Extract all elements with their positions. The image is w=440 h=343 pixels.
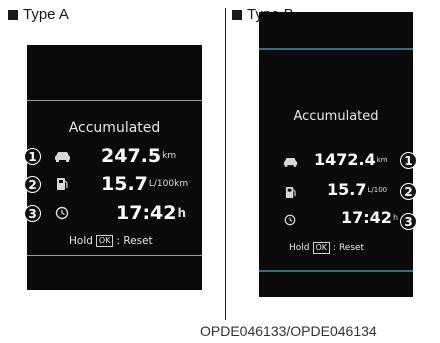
time-value: 17:42	[116, 202, 177, 224]
type-a-label-text: Type A	[23, 6, 69, 23]
figure-code: OPDE046133/OPDE046134	[200, 323, 377, 339]
type-a-heading: Accumulated	[68, 120, 161, 136]
fuel-value: 15.7	[327, 180, 367, 199]
type-a-top-line	[27, 100, 202, 101]
fuel-unit: L/100	[367, 185, 388, 194]
type-a-time-value: 17:42 h	[116, 202, 186, 224]
fuel-pump-icon	[53, 176, 71, 192]
type-a-hold-reset: Hold OK : Reset	[69, 235, 153, 247]
type-a-fuel-value: 15.7 L/100km	[101, 173, 188, 195]
time-value: 17:42	[341, 208, 392, 227]
type-b-fuel-row	[281, 184, 299, 200]
callout-1: 1	[400, 152, 417, 169]
car-icon	[281, 154, 299, 170]
type-b-distance-value: 1472.4 km	[314, 150, 388, 169]
reset-text: : Reset	[116, 235, 153, 247]
callout-3: 3	[400, 213, 417, 230]
type-b-time-row	[281, 212, 299, 228]
clock-icon	[53, 205, 71, 221]
type-a-time-row	[53, 205, 71, 221]
panel-divider	[225, 8, 226, 320]
distance-unit: km	[376, 155, 388, 164]
type-b-hold-reset: Hold OK : Reset	[289, 242, 364, 254]
callout-1: 1	[24, 148, 41, 165]
reset-text: : Reset	[333, 243, 365, 253]
type-a-distance-row	[53, 148, 71, 164]
type-b-time-value: 17:42 h	[341, 208, 398, 227]
fuel-pump-icon	[281, 184, 299, 200]
distance-value: 247.5	[101, 145, 162, 167]
type-b-heading: Accumulated	[293, 109, 379, 124]
distance-value: 1472.4	[314, 150, 376, 169]
type-a-display: Accumulated 247.5 km 15.7 L/100km 17:42 …	[27, 45, 202, 290]
hold-text: Hold	[289, 243, 310, 253]
callout-3: 3	[24, 205, 41, 222]
distance-unit: km	[162, 151, 177, 161]
type-a-distance-value: 247.5 km	[101, 145, 176, 167]
clock-icon	[281, 212, 299, 228]
time-unit: h	[177, 206, 187, 220]
hold-text: Hold	[69, 235, 93, 247]
type-a-fuel-row	[53, 176, 71, 192]
type-b-fuel-value: 15.7 L/100	[327, 180, 387, 199]
type-b-bottom-line	[259, 270, 413, 272]
car-icon	[53, 148, 71, 164]
ok-key-icon: OK	[312, 242, 331, 254]
callout-2: 2	[24, 176, 41, 193]
type-b-display: Accumulated 1472.4 km 15.7 L/100 17:42 h…	[259, 12, 413, 297]
square-bullet-icon	[232, 9, 242, 20]
type-a-label: Type A	[8, 6, 69, 23]
callout-2: 2	[400, 183, 417, 200]
type-b-distance-row	[281, 154, 299, 170]
square-bullet-icon	[8, 9, 18, 20]
fuel-unit: L/100km	[148, 179, 189, 189]
type-a-bottom-line	[27, 255, 202, 256]
fuel-value: 15.7	[101, 173, 148, 195]
type-b-top-line	[259, 48, 413, 50]
time-unit: h	[392, 213, 399, 222]
ok-key-icon: OK	[95, 235, 114, 247]
